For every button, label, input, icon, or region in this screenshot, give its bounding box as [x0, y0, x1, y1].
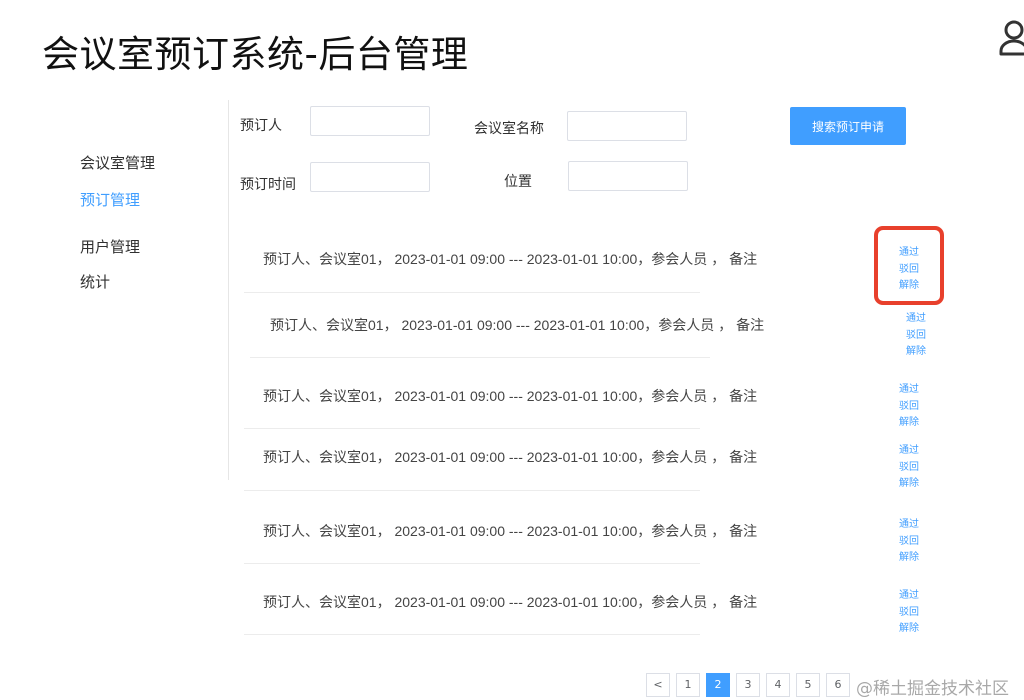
- row-divider: [244, 563, 700, 564]
- sidebar-item-booking-management[interactable]: 预订管理: [80, 189, 140, 210]
- highlight-annotation-box: [874, 226, 944, 305]
- row-divider: [244, 428, 700, 429]
- booking-row-text: 预订人、会议室01， 2023-01-01 09:00 --- 2023-01-…: [270, 317, 765, 333]
- page-button-1[interactable]: 1: [676, 673, 700, 697]
- approve-link[interactable]: 通过: [889, 517, 929, 534]
- room-name-input[interactable]: [567, 111, 687, 141]
- sidebar-item-statistics[interactable]: 统计: [80, 271, 110, 292]
- page-button-3[interactable]: 3: [736, 673, 760, 697]
- watermark: @稀土掘金技术社区: [856, 679, 1009, 699]
- page-button-6[interactable]: 6: [826, 673, 850, 697]
- reject-link[interactable]: 驳回: [889, 399, 929, 416]
- booking-row-text: 预订人、会议室01， 2023-01-01 09:00 --- 2023-01-…: [263, 251, 758, 267]
- user-icon[interactable]: [998, 18, 1024, 58]
- approve-link[interactable]: 通过: [889, 443, 929, 460]
- row-divider: [244, 634, 700, 635]
- reject-link[interactable]: 驳回: [889, 605, 929, 622]
- sidebar-item-user-management[interactable]: 用户管理: [80, 236, 140, 257]
- approve-link[interactable]: 通过: [889, 382, 929, 399]
- page-button-5[interactable]: 5: [796, 673, 820, 697]
- booking-row-text: 预订人、会议室01， 2023-01-01 09:00 --- 2023-01-…: [263, 594, 758, 610]
- release-link[interactable]: 解除: [889, 550, 929, 567]
- approve-link[interactable]: 通过: [889, 588, 929, 605]
- reject-link[interactable]: 驳回: [889, 534, 929, 551]
- page-title: 会议室预订系统-后台管理: [42, 33, 469, 76]
- pagination: < 1 2 3 4 5 6: [646, 673, 850, 697]
- booking-row-text: 预订人、会议室01， 2023-01-01 09:00 --- 2023-01-…: [263, 523, 758, 539]
- sidebar-item-room-management[interactable]: 会议室管理: [80, 152, 155, 173]
- reject-link[interactable]: 驳回: [889, 460, 929, 477]
- page-button-4[interactable]: 4: [766, 673, 790, 697]
- booking-actions: 通过 驳回 解除: [896, 311, 936, 361]
- booking-actions: 通过 驳回 解除: [889, 382, 929, 432]
- sidebar: 会议室管理 预订管理 用户管理 统计: [0, 100, 229, 480]
- booking-row-text: 预订人、会议室01， 2023-01-01 09:00 --- 2023-01-…: [263, 449, 758, 465]
- row-divider: [250, 357, 710, 358]
- booking-actions: 通过 驳回 解除: [889, 517, 929, 567]
- release-link[interactable]: 解除: [889, 621, 929, 638]
- location-label: 位置: [504, 174, 532, 190]
- reject-link[interactable]: 驳回: [896, 328, 936, 345]
- booking-time-label: 预订时间: [240, 177, 296, 193]
- row-divider: [244, 292, 700, 293]
- room-name-label: 会议室名称: [474, 121, 544, 137]
- release-link[interactable]: 解除: [889, 415, 929, 432]
- booking-time-input[interactable]: [310, 162, 430, 192]
- location-input[interactable]: [568, 161, 688, 191]
- booking-actions: 通过 驳回 解除: [889, 443, 929, 493]
- booker-label: 预订人: [240, 118, 282, 134]
- booking-row-text: 预订人、会议室01， 2023-01-01 09:00 --- 2023-01-…: [263, 388, 758, 404]
- approve-link[interactable]: 通过: [896, 311, 936, 328]
- booker-input[interactable]: [310, 106, 430, 136]
- search-bookings-button[interactable]: 搜索预订申请: [790, 107, 906, 145]
- release-link[interactable]: 解除: [896, 344, 936, 361]
- prev-page-button[interactable]: <: [646, 673, 670, 697]
- booking-actions: 通过 驳回 解除: [889, 588, 929, 638]
- page-button-2[interactable]: 2: [706, 673, 730, 697]
- release-link[interactable]: 解除: [889, 476, 929, 493]
- row-divider: [244, 490, 700, 491]
